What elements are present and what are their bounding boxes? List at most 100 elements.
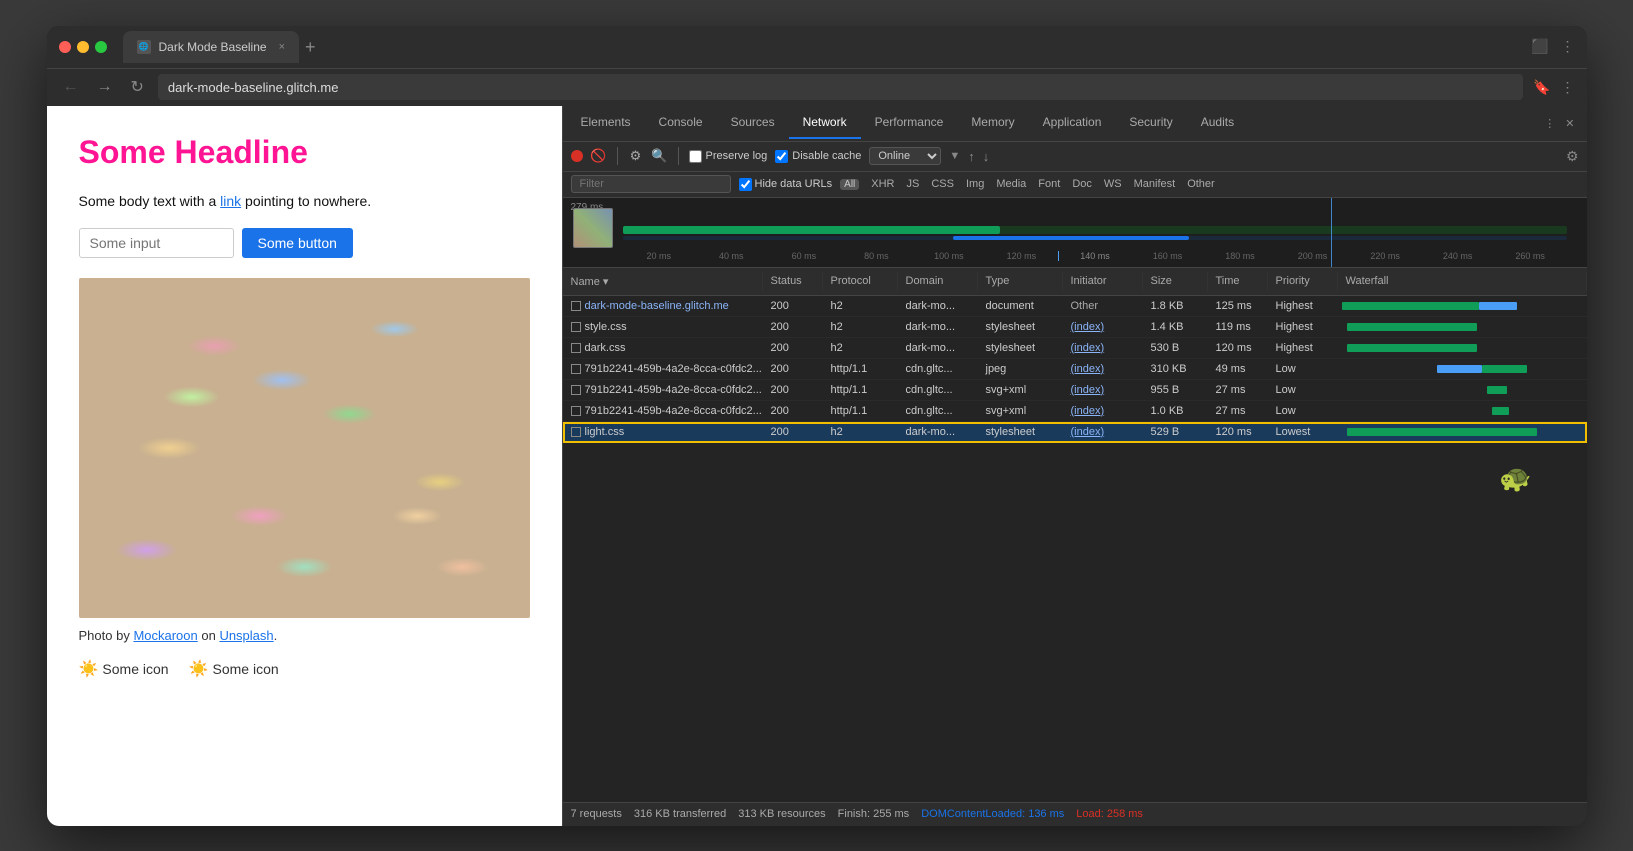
settings-icon[interactable]: ⚙ [1566, 148, 1579, 165]
row3-time: 120 ms [1208, 339, 1268, 357]
reload-button[interactable]: ↻ [127, 75, 148, 99]
preserve-log-input[interactable] [689, 150, 702, 163]
back-button[interactable]: ← [59, 76, 83, 98]
row6-size: 1.0 KB [1143, 402, 1208, 420]
new-tab-button[interactable]: + [305, 38, 316, 56]
devtools-tabs: Elements Console Sources Network Perform… [563, 106, 1587, 142]
row5-initiator[interactable]: (index) [1063, 381, 1143, 399]
tab-network[interactable]: Network [789, 107, 861, 139]
minimize-button[interactable] [77, 41, 89, 53]
some-input[interactable] [79, 228, 234, 258]
filter-css[interactable]: CSS [927, 178, 958, 190]
tab-audits[interactable]: Audits [1187, 107, 1248, 139]
load-time: Load: 258 ms [1076, 808, 1143, 820]
body-link[interactable]: link [220, 193, 241, 209]
address-input[interactable] [158, 74, 1523, 100]
bookmark-icon[interactable]: 🔖 [1533, 79, 1550, 96]
record-button[interactable] [571, 150, 583, 162]
hide-data-urls-input[interactable] [739, 178, 752, 191]
header-waterfall[interactable]: Waterfall [1338, 272, 1587, 291]
all-badge[interactable]: All [840, 179, 859, 190]
header-time[interactable]: Time [1208, 272, 1268, 291]
table-row[interactable]: style.css 200 h2 dark-mo... stylesheet (… [563, 317, 1587, 338]
row7-initiator[interactable]: (index) [1063, 423, 1143, 441]
filter-xhr[interactable]: XHR [867, 178, 898, 190]
row6-status: 200 [763, 402, 823, 420]
extensions-icon[interactable]: ⬛ [1531, 38, 1548, 55]
webpage-image [79, 278, 530, 618]
table-row[interactable]: dark.css 200 h2 dark-mo... stylesheet (i… [563, 338, 1587, 359]
upload-icon[interactable]: ↑ [968, 149, 975, 164]
candy-image [79, 278, 530, 618]
unsplash-link[interactable]: Unsplash [219, 628, 273, 643]
filter-media[interactable]: Media [992, 178, 1030, 190]
more-options-icon[interactable]: ⋮ [1561, 79, 1575, 96]
devtools-close-icon[interactable]: ✕ [1565, 117, 1574, 130]
close-button[interactable] [59, 41, 71, 53]
table-row[interactable]: dark-mode-baseline.glitch.me 200 h2 dark… [563, 296, 1587, 317]
browser-window: 🌐 Dark Mode Baseline × + ⬛ ⋮ ← → ↻ 🔖 ⋮ S… [47, 26, 1587, 826]
row2-initiator[interactable]: (index) [1063, 318, 1143, 336]
row6-waterfall [1338, 401, 1587, 421]
filter-other[interactable]: Other [1183, 178, 1219, 190]
throttle-select[interactable]: Online Fast 3G Slow 3G Offline [869, 147, 941, 165]
tab-performance[interactable]: Performance [861, 107, 958, 139]
row4-initiator[interactable]: (index) [1063, 360, 1143, 378]
finish-time: Finish: 255 ms [838, 808, 910, 820]
table-row[interactable]: 791b2241-459b-4a2e-8cca-c0fdc2... 200 ht… [563, 380, 1587, 401]
disable-cache-checkbox[interactable]: Disable cache [775, 150, 861, 163]
filter-manifest[interactable]: Manifest [1130, 178, 1180, 190]
row3-protocol: h2 [823, 339, 898, 357]
header-type[interactable]: Type [978, 272, 1063, 291]
table-row[interactable]: 791b2241-459b-4a2e-8cca-c0fdc2... 200 ht… [563, 401, 1587, 422]
header-initiator[interactable]: Initiator [1063, 272, 1143, 291]
download-icon[interactable]: ↓ [983, 149, 990, 164]
table-row-selected[interactable]: light.css 200 h2 dark-mo... stylesheet (… [563, 422, 1587, 443]
filter-icon[interactable]: ⚙ [628, 148, 644, 164]
photographer-link[interactable]: Mockaroon [133, 628, 197, 643]
header-status[interactable]: Status [763, 272, 823, 291]
header-name[interactable]: Name ▾ [563, 272, 763, 291]
network-table: dark-mode-baseline.glitch.me 200 h2 dark… [563, 296, 1587, 802]
hide-data-urls-checkbox[interactable]: Hide data URLs [739, 178, 833, 191]
devtools-panel: Elements Console Sources Network Perform… [562, 106, 1587, 826]
search-icon[interactable]: 🔍 [652, 148, 668, 164]
disable-cache-input[interactable] [775, 150, 788, 163]
tab-elements[interactable]: Elements [567, 107, 645, 139]
row2-protocol: h2 [823, 318, 898, 336]
tab-console[interactable]: Console [645, 107, 717, 139]
forward-button[interactable]: → [93, 76, 117, 98]
row3-initiator[interactable]: (index) [1063, 339, 1143, 357]
maximize-button[interactable] [95, 41, 107, 53]
row2-status: 200 [763, 318, 823, 336]
sun-icon-1: ☀️ [79, 659, 99, 679]
row7-priority: Lowest [1268, 423, 1338, 441]
filter-font[interactable]: Font [1034, 178, 1064, 190]
page-headline: Some Headline [79, 134, 530, 171]
clear-icon[interactable]: 🚫 [591, 148, 607, 164]
some-button[interactable]: Some button [242, 228, 353, 258]
tab-memory[interactable]: Memory [957, 107, 1028, 139]
active-tab[interactable]: 🌐 Dark Mode Baseline × [123, 31, 300, 63]
row2-domain: dark-mo... [898, 318, 978, 336]
tab-security[interactable]: Security [1115, 107, 1186, 139]
preserve-log-checkbox[interactable]: Preserve log [689, 150, 768, 163]
row6-initiator[interactable]: (index) [1063, 402, 1143, 420]
tab-sources[interactable]: Sources [717, 107, 789, 139]
table-row[interactable]: 791b2241-459b-4a2e-8cca-c0fdc2... 200 ht… [563, 359, 1587, 380]
header-priority[interactable]: Priority [1268, 272, 1338, 291]
devtools-more-icon[interactable]: ⋮ [1544, 117, 1555, 130]
icon-label-1: Some icon [102, 661, 168, 677]
header-domain[interactable]: Domain [898, 272, 978, 291]
more-icon[interactable]: ⋮ [1561, 38, 1575, 55]
tab-close-icon[interactable]: × [279, 41, 285, 53]
address-bar: ← → ↻ 🔖 ⋮ [47, 68, 1587, 106]
header-size[interactable]: Size [1143, 272, 1208, 291]
header-protocol[interactable]: Protocol [823, 272, 898, 291]
tab-application[interactable]: Application [1029, 107, 1116, 139]
filter-img[interactable]: Img [962, 178, 988, 190]
filter-input[interactable] [571, 175, 731, 193]
filter-ws[interactable]: WS [1100, 178, 1126, 190]
filter-js[interactable]: JS [903, 178, 924, 190]
filter-doc[interactable]: Doc [1068, 178, 1096, 190]
